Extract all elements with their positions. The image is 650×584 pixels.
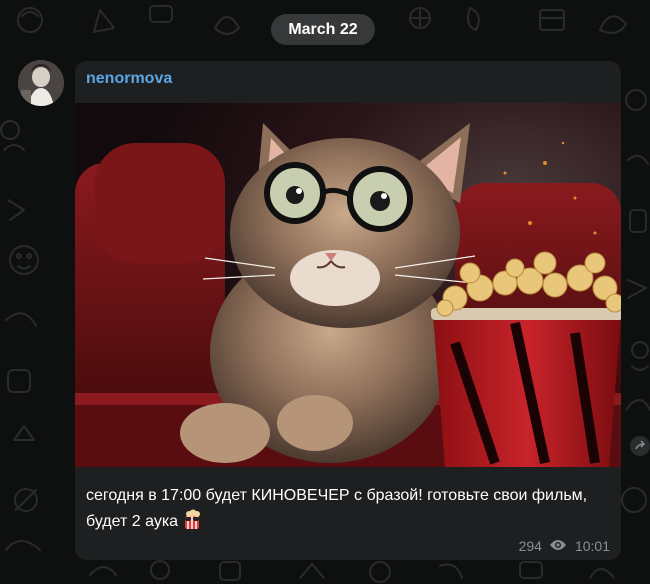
popcorn-glasses-emoji-icon bbox=[181, 508, 203, 538]
message-photo[interactable] bbox=[75, 103, 621, 467]
sender-name[interactable]: nenormova bbox=[86, 70, 172, 88]
date-separator: March 22 bbox=[271, 14, 375, 45]
share-button[interactable] bbox=[630, 436, 650, 456]
message-time: 10:01 bbox=[574, 538, 610, 554]
message-bubble[interactable]: nenormova сегодня в 17:00 будет КИНОВЕЧЕ… bbox=[75, 61, 621, 560]
view-count: 294 bbox=[518, 538, 542, 554]
sender-avatar[interactable] bbox=[18, 60, 64, 106]
message-text: сегодня в 17:00 будет КИНОВЕЧЕР с бразой… bbox=[86, 483, 612, 538]
message-text-content: сегодня в 17:00 будет КИНОВЕЧЕР с бразой… bbox=[86, 487, 588, 530]
message-meta: 294 10:01 bbox=[519, 538, 610, 554]
eye-icon bbox=[549, 538, 567, 554]
share-arrow-icon bbox=[635, 440, 646, 450]
